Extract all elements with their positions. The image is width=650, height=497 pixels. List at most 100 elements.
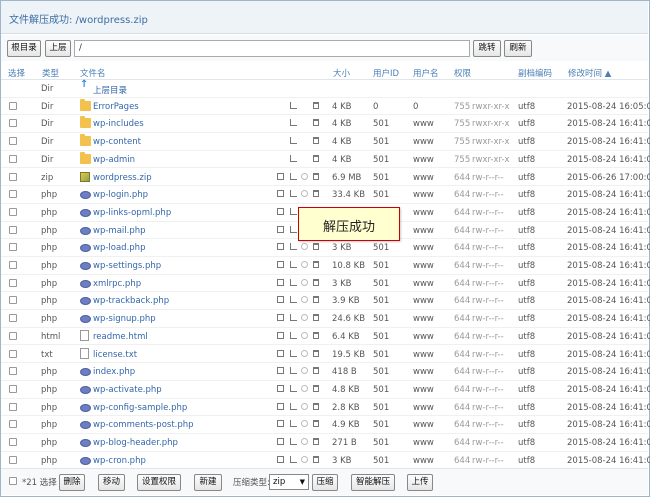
properties-icon[interactable] bbox=[290, 154, 297, 162]
table-row[interactable]: php wp-settings.php 10.8 KB 501 www 644 rw-r--… bbox=[1, 257, 650, 275]
delete-icon[interactable] bbox=[313, 367, 319, 375]
properties-icon[interactable] bbox=[290, 331, 297, 339]
properties-icon[interactable] bbox=[290, 455, 297, 463]
row-permission-octal[interactable]: 644 bbox=[454, 173, 470, 183]
download-icon[interactable] bbox=[301, 384, 308, 392]
table-row[interactable]: Dir wp-includes 4 KB 501 www 755 rwxr-xr-x utf8… bbox=[1, 115, 650, 134]
table-row[interactable]: php wp-cron.php 3 KB 501 www 644 rw-r--r-- utf8… bbox=[1, 452, 650, 470]
row-filename[interactable]: wordpress.zip bbox=[93, 173, 152, 183]
download-icon[interactable] bbox=[301, 314, 308, 322]
parent-dir-link[interactable]: 上层目录 bbox=[93, 84, 127, 96]
row-checkbox[interactable] bbox=[9, 154, 17, 163]
row-filename[interactable]: wp-comments-post.php bbox=[93, 420, 194, 430]
delete-icon[interactable] bbox=[313, 420, 319, 428]
row-checkbox[interactable] bbox=[9, 119, 17, 128]
table-row[interactable]: php wp-activate.php 4.8 KB 501 www 644 rw-r--r… bbox=[1, 381, 650, 399]
row-checkbox[interactable] bbox=[9, 455, 17, 464]
table-row[interactable]: php wp-blog-header.php 271 B 501 www 644 rw-r-… bbox=[1, 434, 650, 452]
row-permission-octal[interactable]: 644 bbox=[454, 420, 470, 430]
edit-icon[interactable] bbox=[277, 243, 284, 251]
row-checkbox[interactable] bbox=[9, 420, 17, 429]
table-row[interactable]: php wp-signup.php 24.6 KB 501 www 644 rw-r--r-… bbox=[1, 310, 650, 328]
col-encoding[interactable]: 副档编码 bbox=[518, 67, 552, 79]
col-type[interactable]: 类型 bbox=[42, 67, 59, 79]
properties-icon[interactable] bbox=[290, 278, 297, 286]
row-permission-octal[interactable]: 644 bbox=[454, 190, 470, 200]
col-size[interactable]: 大小 bbox=[333, 67, 350, 79]
row-permission-octal[interactable]: 644 bbox=[454, 332, 470, 342]
delete-icon[interactable] bbox=[313, 137, 319, 145]
row-filename[interactable]: wp-load.php bbox=[93, 243, 145, 253]
delete-icon[interactable] bbox=[313, 438, 319, 445]
row-checkbox[interactable] bbox=[9, 261, 17, 269]
row-filename[interactable]: wp-blog-header.php bbox=[93, 438, 178, 448]
edit-icon[interactable] bbox=[277, 207, 284, 215]
delete-icon[interactable] bbox=[313, 154, 319, 162]
edit-icon[interactable] bbox=[277, 331, 284, 339]
row-checkbox[interactable] bbox=[9, 137, 17, 146]
download-icon[interactable] bbox=[301, 420, 308, 428]
row-checkbox[interactable] bbox=[9, 438, 17, 446]
download-icon[interactable] bbox=[301, 296, 308, 304]
properties-icon[interactable] bbox=[290, 384, 297, 392]
up-dir-button[interactable]: 上层 bbox=[45, 40, 71, 57]
row-filename[interactable]: wp-content bbox=[93, 137, 141, 147]
download-icon[interactable] bbox=[301, 455, 308, 463]
properties-icon[interactable] bbox=[290, 402, 297, 410]
download-icon[interactable] bbox=[301, 278, 308, 286]
col-modified-time[interactable]: 修改时间 ▲ bbox=[568, 67, 611, 79]
table-row[interactable]: zip wordpress.zip 6.9 MB 501 www 644 rw-r--r--… bbox=[1, 169, 650, 187]
delete-icon[interactable] bbox=[313, 314, 319, 322]
table-row[interactable]: php xmlrpc.php 3 KB 501 www 644 rw-r--r-- utf8 2… bbox=[1, 275, 650, 293]
download-icon[interactable] bbox=[301, 402, 308, 410]
properties-icon[interactable] bbox=[290, 225, 297, 233]
row-filename[interactable]: wp-mail.php bbox=[93, 226, 146, 236]
row-permission-octal[interactable]: 644 bbox=[454, 438, 470, 448]
row-checkbox[interactable] bbox=[9, 384, 17, 393]
download-icon[interactable] bbox=[301, 172, 308, 180]
download-icon[interactable] bbox=[301, 349, 308, 357]
row-checkbox[interactable] bbox=[9, 314, 17, 323]
path-input[interactable]: / bbox=[74, 40, 470, 57]
row-permission-octal[interactable]: 644 bbox=[454, 243, 470, 253]
row-checkbox[interactable] bbox=[9, 296, 17, 305]
row-permission-octal[interactable]: 644 bbox=[454, 403, 470, 413]
table-row[interactable]: php wp-config-sample.php 2.8 KB 501 www 644 rw… bbox=[1, 399, 650, 417]
row-permission-octal[interactable]: 644 bbox=[454, 314, 470, 324]
properties-icon[interactable] bbox=[290, 190, 297, 198]
download-icon[interactable] bbox=[301, 243, 308, 251]
row-filename[interactable]: wp-includes bbox=[93, 119, 144, 129]
delete-icon[interactable] bbox=[313, 190, 319, 198]
properties-icon[interactable] bbox=[290, 119, 297, 127]
table-row[interactable]: Dir wp-content 4 KB 501 www 755 rwxr-xr-x utf8 2… bbox=[1, 133, 650, 151]
row-permission-octal[interactable]: 644 bbox=[454, 385, 470, 395]
row-checkbox[interactable] bbox=[9, 207, 17, 216]
table-row[interactable]: php wp-login.php 33.4 KB 501 www 644 rw-r--r--… bbox=[1, 186, 650, 204]
select-all-checkbox[interactable] bbox=[9, 477, 17, 485]
table-row[interactable]: php wp-trackback.php 3.9 KB 501 www 644 rw-r--… bbox=[1, 292, 650, 311]
row-permission-octal[interactable]: 644 bbox=[454, 261, 470, 271]
edit-icon[interactable] bbox=[277, 314, 284, 322]
row-checkbox[interactable] bbox=[9, 349, 17, 358]
table-row[interactable]: Dir ErrorPages 4 KB 0 0 755 rwxr-xr-x utf8 2015-… bbox=[1, 98, 650, 116]
table-row[interactable]: php wp-load.php 3 KB 501 www 644 rw-r--r-- utf8… bbox=[1, 239, 650, 257]
refresh-button[interactable]: 刷新 bbox=[504, 40, 532, 57]
properties-icon[interactable] bbox=[290, 172, 297, 180]
delete-icon[interactable] bbox=[313, 243, 319, 251]
parent-dir-row[interactable]: Dir ↑ 上层目录 bbox=[1, 79, 648, 98]
row-permission-octal[interactable]: 755 bbox=[454, 102, 470, 112]
row-checkbox[interactable] bbox=[9, 243, 17, 252]
row-permission-octal[interactable]: 644 bbox=[454, 456, 470, 466]
col-select[interactable]: 选择 bbox=[8, 67, 25, 79]
col-filename[interactable]: 文件名 bbox=[80, 67, 106, 79]
properties-icon[interactable] bbox=[290, 420, 297, 428]
delete-icon[interactable] bbox=[313, 384, 319, 392]
edit-icon[interactable] bbox=[277, 420, 284, 428]
edit-icon[interactable] bbox=[277, 172, 284, 180]
properties-icon[interactable] bbox=[290, 349, 297, 357]
row-filename[interactable]: index.php bbox=[93, 367, 135, 377]
delete-icon[interactable] bbox=[313, 101, 319, 109]
row-filename[interactable]: wp-cron.php bbox=[93, 456, 146, 466]
edit-icon[interactable] bbox=[277, 261, 284, 268]
row-filename[interactable]: wp-links-opml.php bbox=[93, 208, 171, 218]
